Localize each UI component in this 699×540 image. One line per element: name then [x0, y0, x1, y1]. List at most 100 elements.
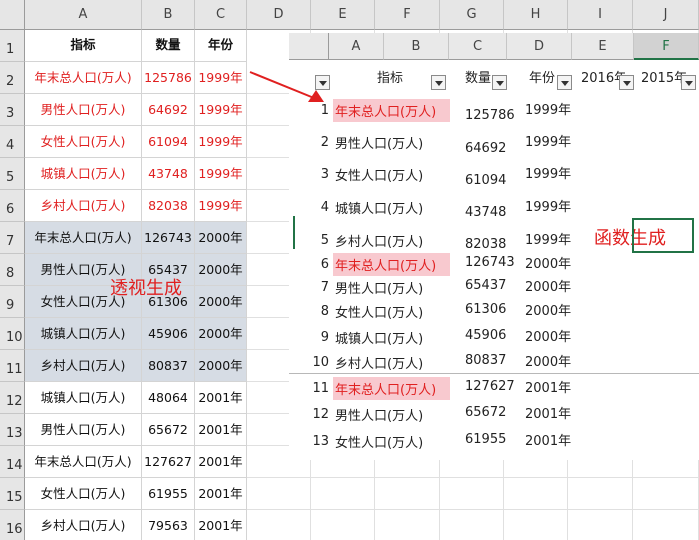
column-header-i[interactable]: I	[568, 0, 633, 30]
table-cell-indicator[interactable]: 乡村人口(万人)	[25, 190, 142, 222]
table-cell-indicator[interactable]: 城镇人口(万人)	[25, 158, 142, 190]
table-cell-quantity[interactable]: 80837	[142, 350, 195, 382]
table-cell-year[interactable]: 2000年	[195, 286, 247, 318]
table-cell-quantity[interactable]: 61094	[142, 126, 195, 158]
table-cell-quantity[interactable]: 64692	[465, 141, 506, 156]
table-cell-year[interactable]: 1999年	[195, 94, 247, 126]
row-header[interactable]: 2	[0, 62, 25, 94]
select-all-corner[interactable]	[289, 33, 329, 60]
table-cell-indicator[interactable]: 城镇人口(万人)	[333, 196, 425, 219]
table-cell-quantity[interactable]: 61955	[465, 432, 506, 447]
row-header[interactable]: 13	[0, 414, 25, 446]
table-cell-indicator[interactable]: 城镇人口(万人)	[333, 326, 425, 349]
table-cell-year[interactable]: 1999年	[195, 190, 247, 222]
table-cell-quantity[interactable]: 48064	[142, 382, 195, 414]
table-cell-quantity[interactable]: 45906	[142, 318, 195, 350]
row-header[interactable]: 11	[0, 350, 25, 382]
table-cell-year[interactable]: 2001年	[195, 478, 247, 510]
row-header[interactable]: 10	[0, 318, 25, 350]
row-header[interactable]: 9	[0, 286, 25, 318]
column-header-a[interactable]: A	[329, 33, 384, 60]
table-cell-year[interactable]: 2000年	[525, 253, 571, 272]
table-cell-quantity[interactable]: 65437	[465, 278, 506, 293]
table-cell-quantity[interactable]: 65672	[465, 405, 506, 420]
sort-filter-icon[interactable]	[557, 75, 572, 90]
table-cell-indicator[interactable]: 男性人口(万人)	[333, 403, 425, 426]
table-cell-quantity[interactable]: 125786	[465, 108, 515, 123]
table-cell-year[interactable]: 2001年	[195, 382, 247, 414]
table-cell-indicator[interactable]: 乡村人口(万人)	[333, 229, 425, 252]
table-cell-indicator[interactable]: 男性人口(万人)	[333, 131, 425, 154]
column-header-h[interactable]: H	[504, 0, 568, 30]
column-header-c[interactable]: C	[195, 0, 247, 30]
row-header[interactable]: 16	[0, 510, 25, 540]
table-cell-year[interactable]: 2000年	[195, 254, 247, 286]
table-cell-indicator[interactable]: 女性人口(万人)	[333, 300, 425, 323]
table-cell-year[interactable]: 2001年	[525, 430, 571, 449]
table-cell-indicator[interactable]: 女性人口(万人)	[333, 163, 425, 186]
table-cell-quantity[interactable]: 61306	[465, 302, 506, 317]
row-header[interactable]: 3	[0, 94, 25, 126]
filter-dropdown-icon[interactable]	[619, 75, 634, 90]
row-header[interactable]: 4	[0, 126, 25, 158]
table-cell-indicator[interactable]: 男性人口(万人)	[25, 414, 142, 446]
table-cell-indicator[interactable]: 年末总人口(万人)	[25, 222, 142, 254]
row-header[interactable]: 14	[0, 446, 25, 478]
table-cell-quantity[interactable]: 82038	[142, 190, 195, 222]
table-cell-year[interactable]: 1999年	[525, 196, 571, 215]
table-cell-indicator[interactable]: 乡村人口(万人)	[25, 510, 142, 540]
table-cell-quantity[interactable]: 61955	[142, 478, 195, 510]
table-cell-indicator[interactable]: 年末总人口(万人)	[333, 377, 451, 400]
selected-cell[interactable]	[632, 218, 694, 253]
filter-dropdown-icon[interactable]	[492, 75, 507, 90]
table-cell-quantity[interactable]: 125786	[142, 62, 195, 94]
table-cell-year[interactable]: 2000年	[525, 326, 571, 345]
row-header[interactable]: 5	[0, 158, 25, 190]
table-cell-year[interactable]: 2000年	[195, 318, 247, 350]
table-cell-year[interactable]: 1999年	[525, 229, 571, 248]
table-cell-indicator[interactable]: 年末总人口(万人)	[333, 99, 451, 122]
table-cell-indicator[interactable]: 女性人口(万人)	[333, 430, 425, 453]
table-cell-indicator[interactable]: 女性人口(万人)	[25, 478, 142, 510]
table-cell-indicator[interactable]: 城镇人口(万人)	[25, 318, 142, 350]
row-header[interactable]: 15	[0, 478, 25, 510]
table-cell-quantity[interactable]: 80837	[465, 353, 506, 368]
column-header-e[interactable]: E	[311, 0, 375, 30]
table-cell-indicator[interactable]: 乡村人口(万人)	[25, 350, 142, 382]
table-cell-quantity[interactable]: 65672	[142, 414, 195, 446]
table-cell-year[interactable]: 2001年	[195, 446, 247, 478]
table-cell-year[interactable]: 1999年	[195, 62, 247, 94]
table-cell-quantity[interactable]: 45906	[465, 328, 506, 343]
table-cell-year[interactable]: 1999年	[195, 126, 247, 158]
select-all-corner[interactable]	[0, 0, 25, 30]
table-cell-indicator[interactable]: 年末总人口(万人)	[333, 253, 451, 276]
table-cell-year[interactable]: 1999年	[525, 99, 571, 118]
table-cell-quantity[interactable]: 43748	[142, 158, 195, 190]
table-cell-year[interactable]: 2000年	[195, 222, 247, 254]
row-header[interactable]: 7	[0, 222, 25, 254]
table-cell-year[interactable]: 2000年	[195, 350, 247, 382]
filter-dropdown-icon[interactable]	[681, 75, 696, 90]
row-header[interactable]: 12	[0, 382, 25, 414]
column-header-d[interactable]: D	[507, 33, 572, 60]
column-header-f[interactable]: F	[634, 33, 699, 60]
table-cell-quantity[interactable]: 126743	[465, 255, 515, 270]
table-cell-indicator[interactable]: 乡村人口(万人)	[333, 351, 425, 374]
table-cell-indicator[interactable]: 男性人口(万人)	[25, 94, 142, 126]
column-header-f[interactable]: F	[375, 0, 440, 30]
table-cell-year[interactable]: 2001年	[195, 510, 247, 540]
table-cell-quantity[interactable]: 43748	[465, 205, 506, 220]
filter-dropdown-icon[interactable]	[431, 75, 446, 90]
column-header-c[interactable]: C	[449, 33, 507, 60]
table-cell-year[interactable]: 1999年	[525, 163, 571, 182]
column-header-e[interactable]: E	[572, 33, 634, 60]
table-cell-year[interactable]: 2000年	[525, 351, 571, 370]
table-cell-quantity[interactable]: 61094	[465, 173, 506, 188]
column-header-a[interactable]: A	[25, 0, 142, 30]
indicator-header[interactable]: 指标	[25, 30, 142, 62]
table-cell-quantity[interactable]: 126743	[142, 222, 195, 254]
row-header[interactable]: 6	[0, 190, 25, 222]
table-cell-indicator[interactable]: 年末总人口(万人)	[25, 446, 142, 478]
table-cell-quantity[interactable]: 64692	[142, 94, 195, 126]
table-cell-year[interactable]: 1999年	[195, 158, 247, 190]
